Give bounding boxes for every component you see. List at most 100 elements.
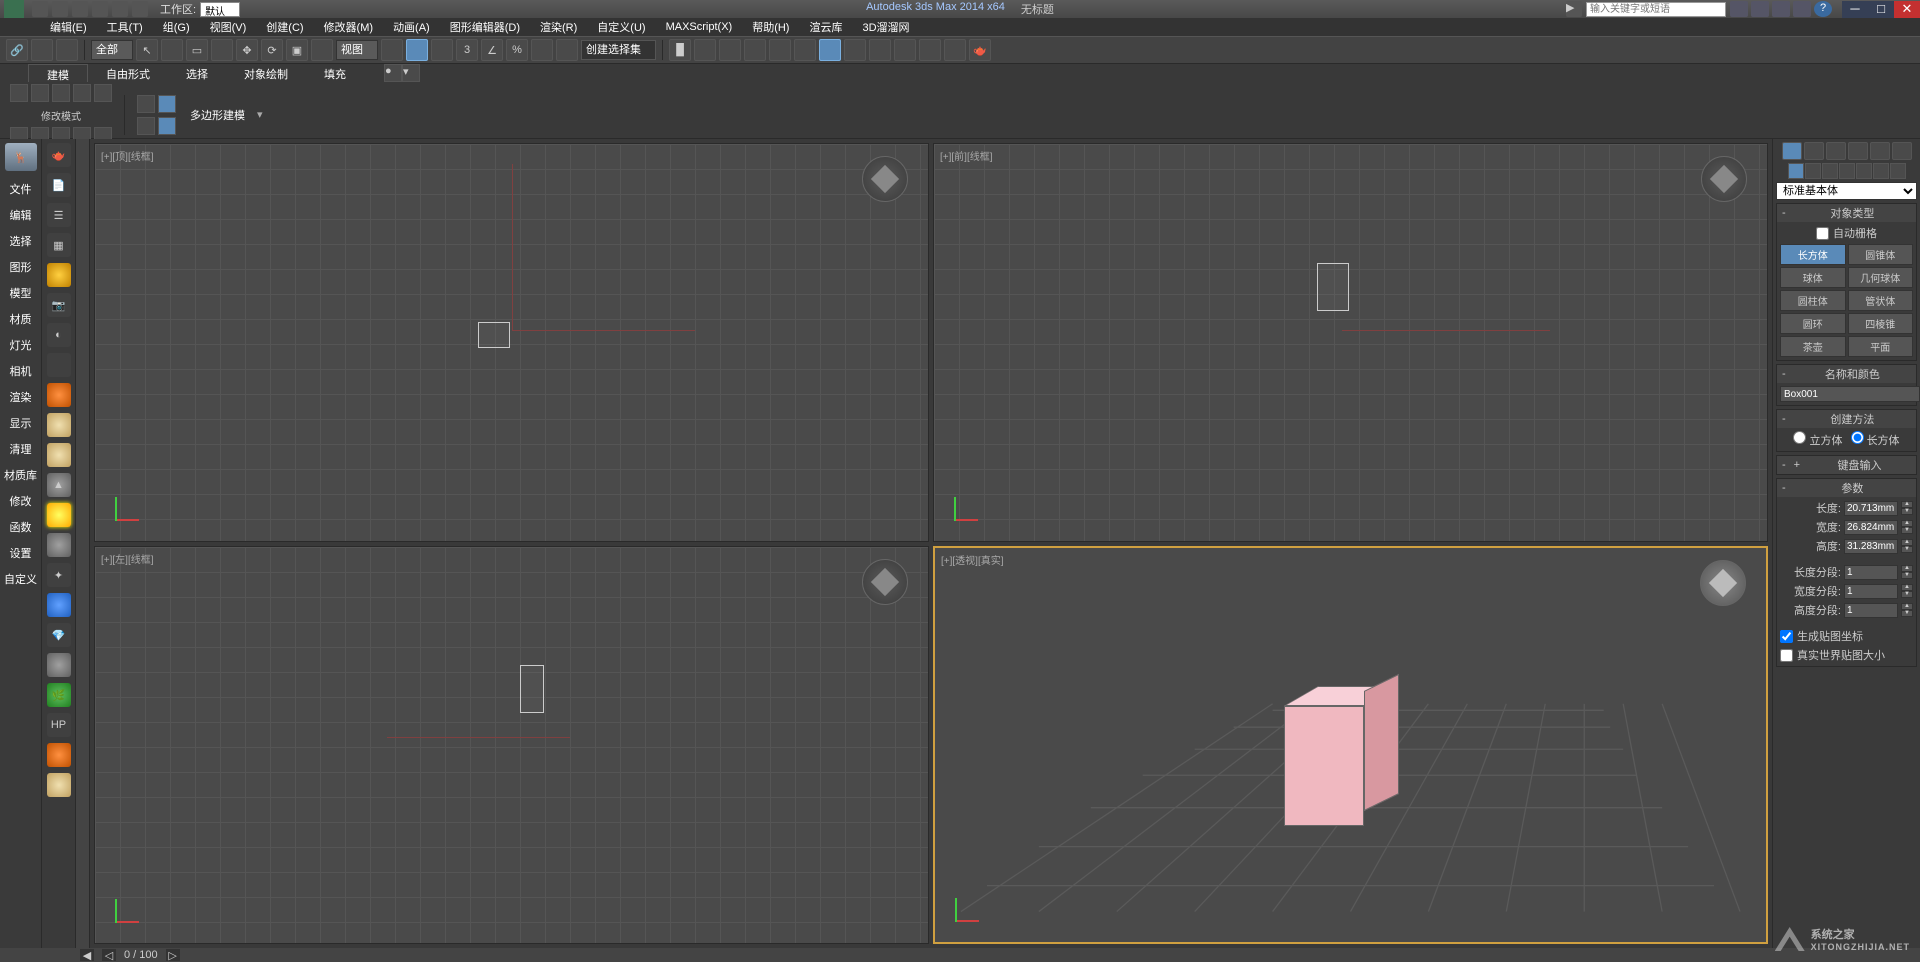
li-teapot-icon[interactable]: 🫖 xyxy=(47,143,71,167)
li-grid-icon[interactable]: ▦ xyxy=(47,233,71,257)
ribbon-tab-freeform[interactable]: 自由形式 xyxy=(88,64,168,82)
cmd-tab-display-icon[interactable] xyxy=(1870,142,1890,160)
menu-tools[interactable]: 工具(T) xyxy=(97,18,153,36)
cmd-sub-helpers-icon[interactable] xyxy=(1856,163,1872,179)
param-wseg-spinner[interactable]: ▲▼ xyxy=(1901,584,1913,598)
vp-top-label[interactable]: [+][顶][线框] xyxy=(101,148,154,163)
menu-rendering[interactable]: 渲染(R) xyxy=(530,18,587,36)
tool-render-preset-icon[interactable] xyxy=(919,39,941,61)
qat-open-icon[interactable] xyxy=(52,1,68,17)
param-lseg-input[interactable] xyxy=(1844,565,1898,580)
lp-modify[interactable]: 修改 xyxy=(2,489,40,513)
deer-logo-icon[interactable]: 🦌 xyxy=(5,143,37,171)
timeline-prev-button[interactable]: ◀ xyxy=(80,949,94,961)
qat-link-icon[interactable] xyxy=(132,1,148,17)
window-close-button[interactable]: ✕ xyxy=(1894,1,1920,18)
menu-group[interactable]: 组(G) xyxy=(153,18,200,36)
param-height-input[interactable] xyxy=(1844,539,1898,554)
cmd-sub-shapes-icon[interactable] xyxy=(1805,163,1821,179)
param-wseg-input[interactable] xyxy=(1844,584,1898,599)
cmd-tab-modify-icon[interactable] xyxy=(1804,142,1824,160)
param-length-input[interactable] xyxy=(1844,501,1898,516)
li-page-icon[interactable]: 📄 xyxy=(47,173,71,197)
menu-customize[interactable]: 自定义(U) xyxy=(587,18,655,36)
param-hseg-input[interactable] xyxy=(1844,603,1898,618)
viewport-left[interactable]: [+][左][线框] xyxy=(94,546,929,945)
cmd-tab-utilities-icon[interactable] xyxy=(1892,142,1912,160)
infocenter-icon[interactable] xyxy=(1730,1,1748,17)
rollout-creation-method-header[interactable]: 创建方法 xyxy=(1777,410,1916,428)
timeline-margin[interactable] xyxy=(76,139,90,948)
obj-pyramid-button[interactable]: 四棱锥 xyxy=(1848,313,1914,334)
rollout-keyboard-entry-header[interactable]: +键盘输入 xyxy=(1777,456,1916,474)
lp-function[interactable]: 函数 xyxy=(2,515,40,539)
window-maximize-button[interactable]: □ xyxy=(1868,1,1894,18)
perspective-box-object[interactable] xyxy=(1284,686,1404,836)
ribbon-tab-selection[interactable]: 选择 xyxy=(168,64,226,82)
menu-3dliu[interactable]: 3D溜溜网 xyxy=(852,18,919,36)
li-blue-icon[interactable] xyxy=(47,593,71,617)
tool-named-sel-icon[interactable] xyxy=(556,39,578,61)
favorite-icon[interactable] xyxy=(1793,1,1811,17)
object-name-input[interactable] xyxy=(1780,386,1920,402)
tool-rotate-icon[interactable]: ⟳ xyxy=(261,39,283,61)
timeline-left-icon[interactable]: ◁ xyxy=(102,949,116,961)
lp-file[interactable]: 文件 xyxy=(2,177,40,201)
qat-undo-icon[interactable] xyxy=(92,1,108,17)
menu-xuanyun[interactable]: 渲云库 xyxy=(799,18,852,36)
param-height-spinner[interactable]: ▲▼ xyxy=(1901,539,1913,553)
vp-persp-label[interactable]: [+][透视][真实] xyxy=(941,552,1004,567)
tool-bind-icon[interactable] xyxy=(56,39,78,61)
li-half-icon[interactable]: ◐ xyxy=(47,323,71,347)
rollout-object-type-header[interactable]: 对象类型 xyxy=(1777,204,1916,222)
param-lseg-spinner[interactable]: ▲▼ xyxy=(1901,565,1913,579)
tool-select-name-icon[interactable] xyxy=(161,39,183,61)
li-triangle-icon[interactable]: ▲ xyxy=(47,473,71,497)
autogrid-checkbox[interactable]: 自动栅格 xyxy=(1780,225,1913,241)
lp-select[interactable]: 选择 xyxy=(2,229,40,253)
lp-render[interactable]: 渲染 xyxy=(2,385,40,409)
rib-opt3-icon[interactable] xyxy=(137,117,155,135)
tool-placement-icon[interactable] xyxy=(311,39,333,61)
li-sphere-icon[interactable] xyxy=(47,533,71,557)
ribbon-tab-modeling[interactable]: 建模 xyxy=(28,64,88,82)
obj-teapot-button[interactable]: 茶壶 xyxy=(1780,336,1846,357)
rib-opt1-icon[interactable] xyxy=(137,95,155,113)
li-cam-icon[interactable]: 📷 xyxy=(47,293,71,317)
qat-redo-icon[interactable] xyxy=(112,1,128,17)
li-rock-icon[interactable] xyxy=(47,653,71,677)
li-star-icon[interactable]: ✦ xyxy=(47,563,71,587)
li-hp-icon[interactable]: HP xyxy=(47,713,71,737)
tool-window-crossing-icon[interactable] xyxy=(211,39,233,61)
help-icon[interactable]: ? xyxy=(1814,1,1832,17)
tool-percent-snap-icon[interactable]: % xyxy=(506,39,528,61)
lp-shape[interactable]: 图形 xyxy=(2,255,40,279)
cmd-sub-spacewarps-icon[interactable] xyxy=(1873,163,1889,179)
cmd-tab-create-icon[interactable] xyxy=(1782,142,1802,160)
rollout-name-color-header[interactable]: 名称和颜色 xyxy=(1777,365,1916,383)
ribbon-tab-populate[interactable]: 填充 xyxy=(306,64,364,82)
qat-new-icon[interactable] xyxy=(32,1,48,17)
param-hseg-spinner[interactable]: ▲▼ xyxy=(1901,603,1913,617)
ribbon-tab-object-paint[interactable]: 对象绘制 xyxy=(226,64,306,82)
tool-render-frame-icon[interactable] xyxy=(869,39,891,61)
tool-curve-editor-icon[interactable] xyxy=(769,39,791,61)
li-light-icon[interactable] xyxy=(47,263,71,287)
tool-manipulate-icon[interactable] xyxy=(406,39,428,61)
tool-link-icon[interactable]: 🔗 xyxy=(6,39,28,61)
cmd-tab-hierarchy-icon[interactable] xyxy=(1826,142,1846,160)
top-wireframe-box[interactable] xyxy=(478,322,510,348)
tool-snap-toggle-icon[interactable]: 3 xyxy=(456,39,478,61)
qat-save-icon[interactable] xyxy=(72,1,88,17)
radio-box[interactable]: 长方体 xyxy=(1851,431,1900,448)
ribbon-dropdown-icon[interactable]: ▾ xyxy=(402,64,420,82)
li-gem-icon[interactable]: 💎 xyxy=(47,623,71,647)
obj-cone-button[interactable]: 圆锥体 xyxy=(1848,244,1914,265)
menu-create[interactable]: 创建(C) xyxy=(256,18,313,36)
lp-matlib[interactable]: 材质库 xyxy=(2,463,40,487)
cmd-sub-lights-icon[interactable] xyxy=(1822,163,1838,179)
lp-camera[interactable]: 相机 xyxy=(2,359,40,383)
menu-modifiers[interactable]: 修改器(M) xyxy=(314,18,384,36)
li-grass-icon[interactable]: 🌿 xyxy=(47,683,71,707)
param-width-input[interactable] xyxy=(1844,520,1898,535)
